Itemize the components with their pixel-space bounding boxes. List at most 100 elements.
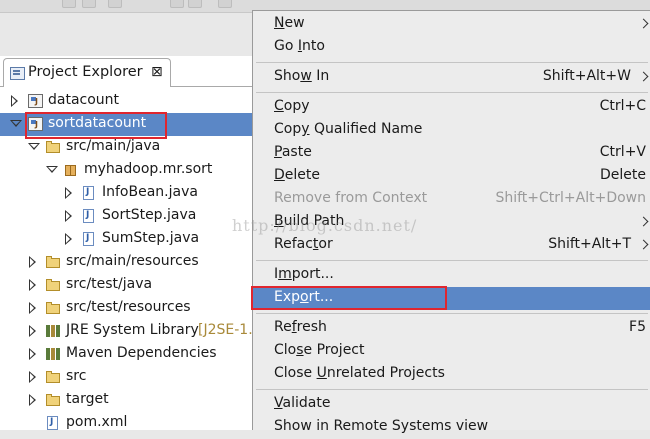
- toolbar-button[interactable]: [218, 0, 232, 8]
- menu-item[interactable]: Delete Delete: [253, 165, 650, 188]
- menu-item-label: Show in Remote Systems view: [274, 418, 489, 434]
- tree-item[interactable]: SumStep.java: [0, 228, 256, 251]
- tree-item[interactable]: target: [0, 389, 256, 412]
- menu-item[interactable]: Go Into: [253, 36, 650, 59]
- menu-item-label: New: [274, 15, 305, 31]
- library-icon: [46, 324, 61, 338]
- tree-item-label: src/main/resources: [66, 253, 199, 269]
- tree-item-label: src/test/java: [66, 276, 153, 292]
- collapsed-arrow-icon[interactable]: [28, 348, 37, 360]
- tree-item-label: myhadoop.mr.sort: [84, 161, 213, 177]
- toolbar-button[interactable]: [188, 0, 202, 8]
- highlight-box-project: [25, 112, 167, 139]
- tree-item-label: target: [66, 391, 109, 407]
- source-folder-icon: [46, 255, 61, 269]
- collapsed-arrow-icon[interactable]: [28, 371, 37, 383]
- menu-item-label: Paste: [274, 144, 312, 160]
- collapsed-arrow-icon[interactable]: [64, 233, 73, 245]
- menu-item-label: Remove from Context: [274, 190, 428, 206]
- tab-project-explorer[interactable]: Project Explorer ⊠: [3, 58, 171, 87]
- java-file-icon: [82, 186, 97, 200]
- project-icon: [28, 94, 43, 108]
- tree-item-suffix: [J2SE-1.: [198, 322, 253, 338]
- tree-item[interactable]: SortStep.java: [0, 205, 256, 228]
- menu-item-label: Copy Qualified Name: [274, 121, 423, 137]
- submenu-arrow-icon: [642, 216, 649, 228]
- menu-item[interactable]: Close Project: [253, 340, 650, 363]
- toolbar-button[interactable]: [170, 0, 184, 8]
- library-icon: [46, 347, 61, 361]
- submenu-arrow-icon: [642, 239, 649, 251]
- tree-item-label: JRE System Library: [66, 322, 199, 338]
- submenu-arrow-icon: [642, 71, 649, 83]
- tree-item[interactable]: src/test/java: [0, 274, 256, 297]
- collapsed-arrow-icon[interactable]: [64, 210, 73, 222]
- menu-separator: [256, 62, 648, 63]
- tree-item-label: pom.xml: [66, 414, 128, 430]
- menu-item-shortcut: F5: [629, 319, 646, 335]
- menu-item[interactable]: Import...: [253, 264, 650, 287]
- collapsed-arrow-icon[interactable]: [28, 256, 37, 268]
- tree-item-label: datacount: [48, 92, 120, 108]
- menu-item[interactable]: Validate: [253, 393, 650, 416]
- menu-item[interactable]: Show In Shift+Alt+W: [253, 66, 650, 89]
- tree-item[interactable]: src/main/java: [0, 136, 256, 159]
- package-icon: [64, 163, 79, 177]
- source-folder-icon: [46, 301, 61, 315]
- menu-item[interactable]: Refactor Shift+Alt+T: [253, 234, 650, 257]
- menu-item[interactable]: Copy Qualified Name: [253, 119, 650, 142]
- tree-item[interactable]: myhadoop.mr.sort: [0, 159, 256, 182]
- tree-item-label: InfoBean.java: [102, 184, 198, 200]
- tab-title: Project Explorer: [28, 64, 143, 80]
- tree-item-label: src: [66, 368, 87, 384]
- source-folder-icon: [46, 140, 61, 154]
- menu-item[interactable]: Copy Ctrl+C: [253, 96, 650, 119]
- tree-item[interactable]: datacount: [0, 90, 256, 113]
- tree-item-label: SumStep.java: [102, 230, 200, 246]
- menu-separator: [256, 92, 648, 93]
- expanded-arrow-icon[interactable]: [28, 141, 40, 153]
- expanded-arrow-icon[interactable]: [10, 118, 22, 130]
- menu-item-shortcut: Shift+Alt+T: [548, 236, 631, 252]
- tree-item[interactable]: pom.xml: [0, 412, 256, 435]
- expanded-arrow-icon[interactable]: [46, 164, 58, 176]
- menu-item[interactable]: New: [253, 13, 650, 36]
- menu-item-shortcut: Ctrl+C: [599, 98, 646, 114]
- watermark: http://blog.csdn.net/: [232, 216, 418, 235]
- project-explorer-icon: [10, 67, 25, 80]
- menu-separator: [256, 313, 648, 314]
- menu-item-label: Refresh: [274, 319, 327, 335]
- menu-item[interactable]: Refresh F5: [253, 317, 650, 340]
- menu-item-shortcut: Delete: [600, 167, 646, 183]
- toolbar-button[interactable]: [82, 0, 96, 8]
- collapsed-arrow-icon[interactable]: [64, 187, 73, 199]
- menu-item-label: Copy: [274, 98, 310, 114]
- collapsed-arrow-icon[interactable]: [28, 302, 37, 314]
- menu-item-label: Close Unrelated Projects: [274, 365, 445, 381]
- tree-item[interactable]: src/test/resources: [0, 297, 256, 320]
- tree-item[interactable]: JRE System Library [J2SE-1.: [0, 320, 256, 343]
- java-file-icon: [82, 232, 97, 246]
- folder-icon: [46, 393, 61, 407]
- java-file-icon: [82, 209, 97, 223]
- tree-item[interactable]: Maven Dependencies: [0, 343, 256, 366]
- tree-item-label: SortStep.java: [102, 207, 197, 223]
- tree-item-label: src/main/java: [66, 138, 161, 154]
- menu-item-shortcut: Shift+Ctrl+Alt+Down: [495, 190, 646, 206]
- menu-item-label: Validate: [274, 395, 331, 411]
- collapsed-arrow-icon[interactable]: [28, 394, 37, 406]
- tree-item[interactable]: src: [0, 366, 256, 389]
- collapsed-arrow-icon[interactable]: [28, 325, 37, 337]
- close-icon[interactable]: ⊠: [151, 64, 163, 80]
- toolbar-button[interactable]: [62, 0, 76, 8]
- collapsed-arrow-icon[interactable]: [28, 279, 37, 291]
- file-icon: [46, 416, 61, 430]
- menu-item-label: Delete: [274, 167, 320, 183]
- toolbar-button[interactable]: [108, 0, 122, 8]
- menu-item[interactable]: Show in Remote Systems view: [253, 416, 650, 439]
- menu-item[interactable]: Paste Ctrl+V: [253, 142, 650, 165]
- tree-item[interactable]: InfoBean.java: [0, 182, 256, 205]
- menu-item[interactable]: Close Unrelated Projects: [253, 363, 650, 386]
- tree-item[interactable]: src/main/resources: [0, 251, 256, 274]
- collapsed-arrow-icon[interactable]: [10, 95, 19, 107]
